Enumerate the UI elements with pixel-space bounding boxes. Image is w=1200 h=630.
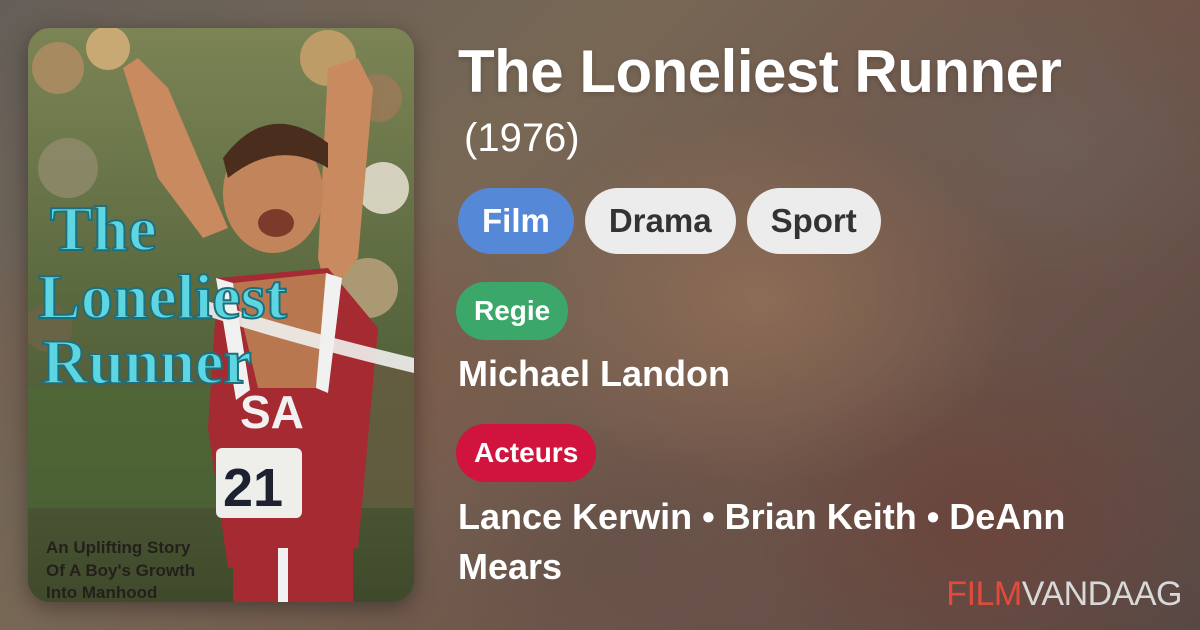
- brand-part-2: VANDAAG: [1021, 575, 1183, 613]
- tag-drama[interactable]: Drama: [584, 188, 736, 254]
- poster-title-line-1: The: [50, 193, 157, 264]
- movie-title: The Loneliest Runner: [458, 38, 1062, 105]
- tag-list: Film Drama Sport: [458, 188, 1158, 254]
- share-card: 21 SA The Loneliest Runner An Uplifting …: [0, 0, 1200, 630]
- poster-tagline-line-2: Of A Boy's Growth: [46, 561, 195, 580]
- poster-bib-number: 21: [223, 458, 283, 518]
- tag-film[interactable]: Film: [458, 188, 574, 254]
- poster-tagline-line-3: Into Manhood: [46, 583, 157, 602]
- movie-poster: 21 SA The Loneliest Runner An Uplifting …: [28, 28, 414, 602]
- cast-label: Acteurs: [456, 424, 597, 482]
- movie-info: The Loneliest Runner (1976) Film Drama S…: [456, 38, 1158, 592]
- movie-year: (1976): [464, 116, 580, 160]
- filmvandaag-logo[interactable]: FILMVANDAAG: [946, 574, 1182, 614]
- brand-part-1: FILM: [946, 575, 1022, 613]
- poster-tagline-line-1: An Uplifting Story: [46, 538, 191, 557]
- poster-title-line-2: Loneliest: [38, 261, 288, 332]
- poster-title-line-3: Runner: [42, 326, 252, 397]
- director-name[interactable]: Michael Landon: [458, 350, 1158, 398]
- tag-sport[interactable]: Sport: [746, 188, 881, 254]
- director-label: Regie: [456, 282, 569, 340]
- poster-illustration: 21 SA The Loneliest Runner An Uplifting …: [28, 28, 414, 602]
